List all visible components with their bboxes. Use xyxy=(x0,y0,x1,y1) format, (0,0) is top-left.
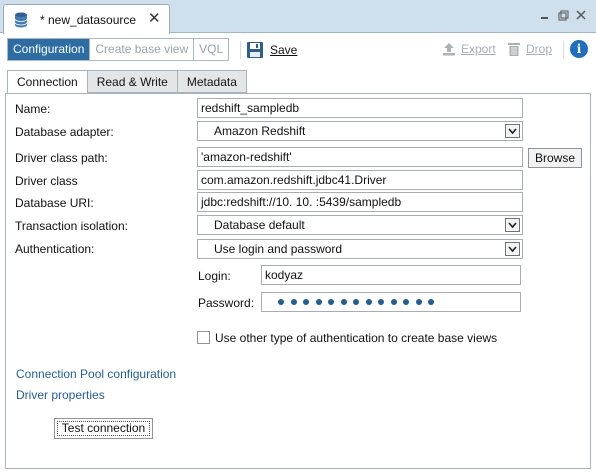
export-icon xyxy=(443,43,455,56)
authentication-value: Use login and password xyxy=(214,242,343,256)
browse-button[interactable]: Browse xyxy=(528,148,582,168)
other-auth-label: Use other type of authentication to crea… xyxy=(215,331,498,345)
mode-tab-group: Configuration Create base view VQL xyxy=(7,38,230,61)
authentication-label: Authentication: xyxy=(15,242,95,256)
password-dot xyxy=(315,299,322,305)
connection-pool-link[interactable]: Connection Pool configuration xyxy=(16,367,176,381)
database-adapter-value: Amazon Redshift xyxy=(214,124,306,138)
save-button[interactable]: Save xyxy=(246,39,297,60)
password-label: Password: xyxy=(198,296,255,310)
tab-connection[interactable]: Connection xyxy=(7,70,88,94)
password-dot xyxy=(403,299,409,305)
password-dot xyxy=(390,299,397,305)
database-icon xyxy=(14,12,28,28)
password-dot xyxy=(365,299,372,305)
save-label: Save xyxy=(270,42,298,57)
password-dot xyxy=(278,299,284,305)
tab-create-base-view[interactable]: Create base view xyxy=(90,39,195,60)
toolbar-divider xyxy=(240,41,241,59)
document-tab-title: * new_datasource xyxy=(40,13,137,27)
transaction-isolation-label: Transaction isolation: xyxy=(15,219,128,233)
password-dot xyxy=(378,299,384,305)
driver-properties-link[interactable]: Driver properties xyxy=(16,388,105,402)
export-button[interactable]: Export xyxy=(441,41,496,57)
password-dot xyxy=(290,299,297,305)
tab-metadata[interactable]: Metadata xyxy=(177,70,247,93)
tab-configuration[interactable]: Configuration xyxy=(8,39,91,60)
password-input[interactable] xyxy=(261,292,521,312)
floppy-disk-icon xyxy=(247,41,263,58)
other-auth-checkbox[interactable] xyxy=(197,331,210,344)
driver-class-label: Driver class xyxy=(15,174,78,188)
authentication-select[interactable]: Use login and password xyxy=(197,239,523,259)
name-input[interactable]: redshift_sampledb xyxy=(197,98,523,118)
tab-vql[interactable]: VQL xyxy=(194,39,229,60)
name-label: Name: xyxy=(15,102,51,116)
driver-class-path-label: Driver class path: xyxy=(15,151,108,165)
trash-icon xyxy=(508,43,520,56)
editor-toolbar: Configuration Create base view VQL Save … xyxy=(0,34,596,65)
login-input[interactable]: kodyaz xyxy=(261,265,521,285)
test-connection-button[interactable]: Test connection xyxy=(54,418,153,439)
close-icon[interactable]: ✕ xyxy=(148,11,161,26)
drop-button[interactable]: Drop xyxy=(506,41,552,57)
password-dot xyxy=(428,299,434,305)
subtab-bar: Connection Read & Write Metadata xyxy=(7,70,247,94)
password-dot xyxy=(353,299,359,305)
driver-class-input[interactable]: com.amazon.redshift.jdbc41.Driver xyxy=(197,170,523,190)
database-uri-label: Database URI: xyxy=(15,196,94,210)
info-icon[interactable]: i xyxy=(570,40,588,58)
toolbar-divider xyxy=(563,41,564,59)
export-label: Export xyxy=(461,42,496,56)
close-view-icon[interactable] xyxy=(576,10,586,23)
password-dot xyxy=(328,299,334,305)
chevron-down-icon[interactable] xyxy=(505,242,520,256)
chevron-down-icon[interactable] xyxy=(505,124,520,138)
document-tab[interactable]: * new_datasource ✕ xyxy=(3,4,170,34)
transaction-isolation-value: Database default xyxy=(214,218,305,232)
restore-icon[interactable] xyxy=(558,10,569,24)
minimize-icon[interactable] xyxy=(540,10,550,23)
database-adapter-label: Database adapter: xyxy=(15,125,114,139)
database-adapter-select[interactable]: Amazon Redshift xyxy=(197,121,523,141)
editor-titlebar: * new_datasource ✕ xyxy=(0,0,596,34)
driver-class-path-input[interactable]: 'amazon-redshift' xyxy=(197,147,523,167)
password-dot xyxy=(303,299,309,305)
password-dot xyxy=(340,299,347,305)
tab-read-write[interactable]: Read & Write xyxy=(87,70,178,93)
chevron-down-icon[interactable] xyxy=(505,218,520,232)
database-uri-input[interactable]: jdbc:redshift://10. 10. :5439/sampledb xyxy=(197,192,523,212)
transaction-isolation-select[interactable]: Database default xyxy=(197,215,523,235)
login-label: Login: xyxy=(198,269,231,283)
password-dot xyxy=(415,299,422,305)
drop-label: Drop xyxy=(526,42,553,56)
